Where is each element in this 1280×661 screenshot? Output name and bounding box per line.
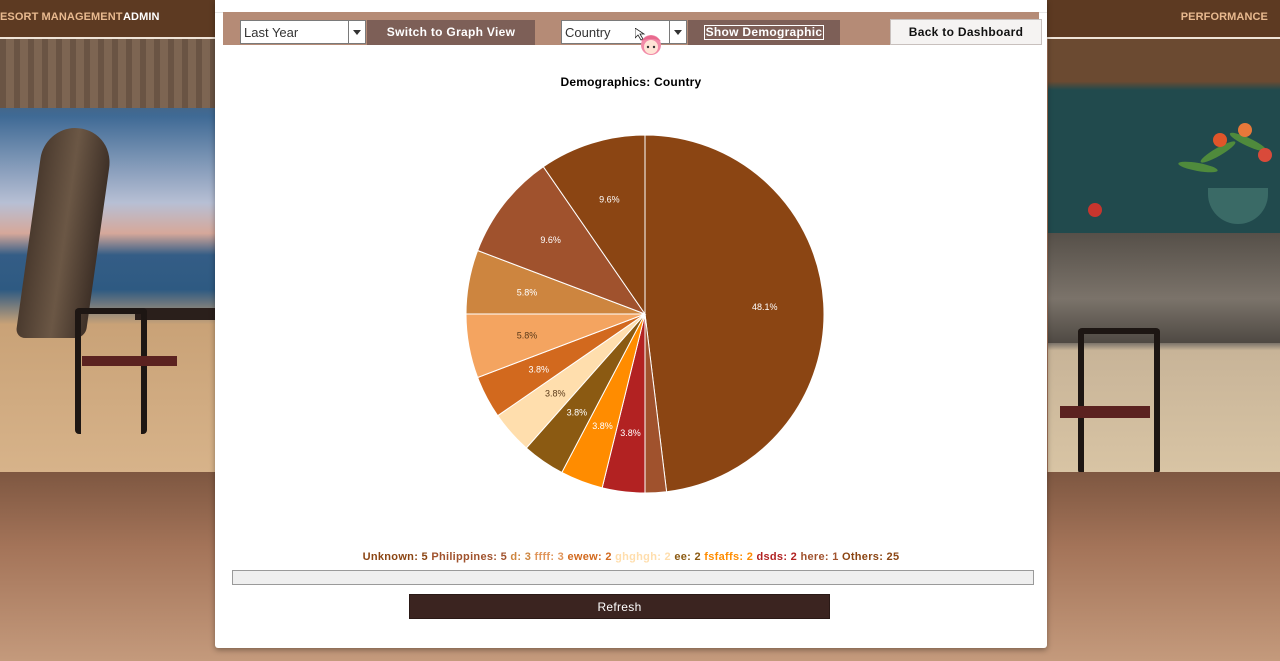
legend-item: Philippines: 5 [431, 551, 511, 563]
chart-title: Demographics: Country [560, 75, 702, 89]
chevron-down-icon[interactable] [669, 21, 686, 43]
pie-label-dsds: 3.8% [620, 428, 641, 438]
pie-label-ghghgh: 3.8% [545, 389, 566, 399]
show-demographic-label: Show Demographic [703, 25, 825, 40]
demographics-modal: Last Year Switch to Graph View Country S… [215, 0, 1047, 648]
category-select-value: Country [565, 25, 611, 40]
nav-admin-link[interactable]: ADMIN [123, 11, 160, 23]
legend-item: Unknown: 5 [362, 551, 432, 563]
legend-item: d: 3 [510, 551, 535, 563]
legend-item: fsfaffs: 2 [704, 551, 757, 563]
pie-label-unknown: 9.6% [599, 195, 620, 205]
pie-label-d: 5.8% [517, 287, 538, 297]
mascot-cursor-icon [635, 28, 661, 55]
chart-legend: Unknown: 5 Philippines: 5 d: 3 ffff: 3 e… [200, 551, 1062, 563]
background-lounge-photo [1048, 38, 1280, 472]
refresh-button[interactable]: Refresh [409, 594, 830, 619]
pie-label-fsfaffs: 3.8% [592, 421, 613, 431]
chevron-down-icon[interactable] [348, 21, 365, 43]
period-select-value: Last Year [244, 25, 299, 40]
pie-label-ffff: 5.8% [517, 331, 538, 341]
nav-brand-link[interactable]: ESORT MANAGEMENT [0, 11, 123, 23]
category-select[interactable]: Country [561, 20, 687, 44]
pie-label-others: 48.1% [752, 302, 778, 312]
show-demographic-button[interactable]: Show Demographic [688, 20, 840, 45]
pie-label-philippines: 9.6% [540, 235, 561, 245]
background-beach-photo [0, 38, 215, 472]
modal-toolbar: Last Year Switch to Graph View Country S… [223, 12, 1042, 45]
legend-item: dsds: 2 [756, 551, 801, 563]
legend-item: Others: 25 [841, 551, 900, 563]
legend-item: ffff: 3 [534, 551, 568, 563]
legend-item: ee: 2 [674, 551, 705, 563]
nav-performance-link[interactable]: PERFORMANCE [1181, 11, 1268, 23]
switch-to-graph-button[interactable]: Switch to Graph View [367, 20, 535, 45]
country-pie-chart: 48.1%3.8%3.8%3.8%3.8%3.8%5.8%5.8%9.6%9.6… [465, 134, 825, 494]
pie-label-ee: 3.8% [567, 408, 588, 418]
horizontal-scrollbar[interactable] [232, 570, 1034, 585]
legend-item: ghghgh: 2 [615, 551, 675, 563]
legend-item: ewew: 2 [567, 551, 616, 563]
legend-item: here: 1 [800, 551, 842, 563]
pie-slice-others[interactable] [644, 134, 825, 493]
back-to-dashboard-button[interactable]: Back to Dashboard [890, 19, 1042, 45]
pie-label-ewew: 3.8% [529, 365, 550, 375]
period-select[interactable]: Last Year [240, 20, 366, 44]
